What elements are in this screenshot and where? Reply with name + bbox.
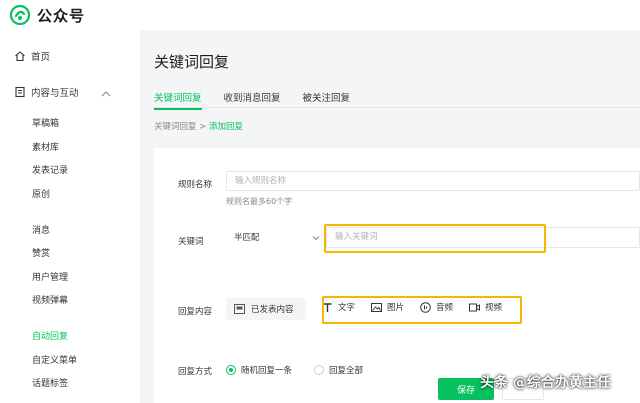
published-content-label: 已发表内容 <box>251 305 294 315</box>
keyword-highlight-box <box>324 224 546 253</box>
sidebar-item-user-management[interactable]: 用户管理 <box>32 270 68 283</box>
reply-mode-label: 回复方式 <box>178 367 213 377</box>
radio-selected-icon <box>226 365 236 375</box>
sidebar-item-publish-records[interactable]: 发表记录 <box>32 163 68 176</box>
page-title: 关键词回复 <box>154 53 230 71</box>
chevron-up-icon[interactable] <box>101 90 111 98</box>
top-bar: 公众号 <box>0 0 640 30</box>
published-content-button[interactable]: 已发表内容 <box>226 298 306 320</box>
sidebar-item-drafts[interactable]: 草稿箱 <box>32 116 59 129</box>
sidebar-item-label: 首页 <box>31 52 51 63</box>
match-type-value: 半匹配 <box>234 233 260 243</box>
breadcrumb-parent[interactable]: 关键词回复 <box>154 122 197 132</box>
sidebar-item-custom-menu[interactable]: 自定义菜单 <box>32 353 77 366</box>
main-content: 关键词回复 关键词回复 收到消息回复 被关注回复 关键词回复 > 添加回复 规则… <box>140 30 640 403</box>
sidebar-item-library[interactable]: 素材库 <box>32 140 59 153</box>
home-icon <box>15 51 25 62</box>
sidebar-item-messages[interactable]: 消息 <box>32 223 50 236</box>
rule-name-input[interactable]: 输入规则名称 <box>226 171 640 191</box>
breadcrumb-separator: > <box>196 122 210 132</box>
sidebar: 首页 内容与互动 草稿箱 素材库 发表记录 原创 消息 赞赏 用户管理 视频弹幕… <box>0 30 140 403</box>
tabs-divider <box>154 107 640 108</box>
sidebar-item-rewards[interactable]: 赞赏 <box>32 246 50 259</box>
sidebar-group-content[interactable]: 内容与互动 <box>14 85 79 99</box>
breadcrumb: 关键词回复 > 添加回复 <box>154 120 243 132</box>
rule-name-hint: 规则名最多60个字 <box>226 197 293 206</box>
breadcrumb-current: 添加回复 <box>209 122 244 132</box>
published-content-icon <box>234 304 245 314</box>
sidebar-item-topic-tags[interactable]: 话题标签 <box>32 376 68 389</box>
reply-mode-label-all: 回复全部 <box>329 366 364 376</box>
rule-form-card: 规则名称 输入规则名称 规则名最多60个字 关键词 半匹配 输入关键词 回复内容… <box>154 148 640 403</box>
content-type-highlight-box <box>322 296 522 324</box>
brand-name: 公众号 <box>37 7 86 25</box>
wechat-official-logo-icon <box>10 5 30 25</box>
reply-mode-label-random: 随机回复一条 <box>241 366 293 376</box>
match-type-select[interactable]: 半匹配 <box>226 228 324 248</box>
reply-mode-random[interactable]: 随机回复一条 <box>226 364 292 376</box>
chevron-down-icon <box>312 236 320 241</box>
reply-mode-all[interactable]: 回复全部 <box>314 364 363 376</box>
sidebar-item-auto-reply[interactable]: 自动回复 <box>32 329 68 342</box>
keyword-label: 关键词 <box>178 237 204 247</box>
reply-content-label: 回复内容 <box>178 307 213 317</box>
watermark: 头条 @综合办黄主任 <box>480 375 611 391</box>
radio-unselected-icon <box>314 365 325 375</box>
sidebar-item-original[interactable]: 原创 <box>32 187 50 200</box>
reply-mode-options: 随机回复一条 回复全部 <box>226 364 385 376</box>
sidebar-item-home[interactable]: 首页 <box>14 49 50 63</box>
rule-name-label: 规则名称 <box>178 180 213 190</box>
document-icon <box>15 86 25 98</box>
sidebar-item-video-danmaku[interactable]: 视频弹幕 <box>32 293 68 306</box>
sidebar-group-label: 内容与互动 <box>31 88 79 99</box>
